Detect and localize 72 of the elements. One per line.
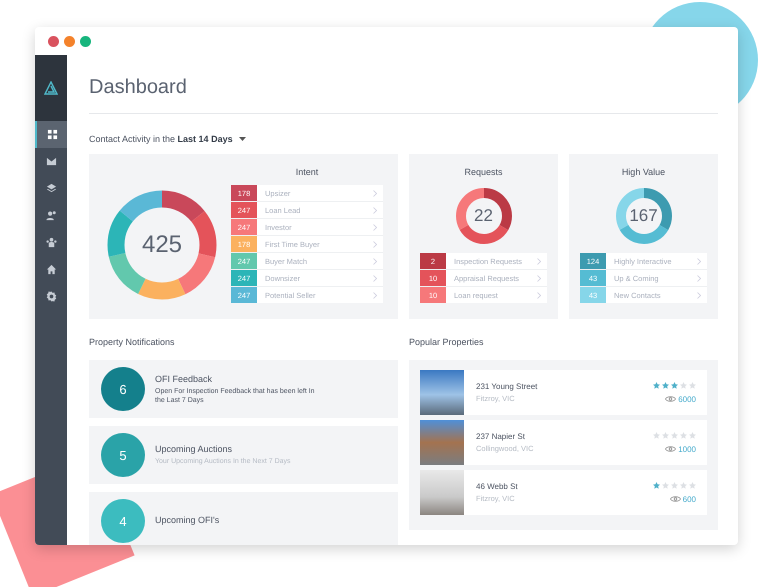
window-control[interactable] <box>48 36 59 46</box>
grid-icon <box>46 129 58 140</box>
property-name: 46 Webb St <box>476 482 519 491</box>
notification-card[interactable]: 4 Upcoming OFI's <box>89 492 398 545</box>
sidebar-item[interactable] <box>35 121 67 148</box>
chevron-icon <box>697 274 701 282</box>
eye-icon <box>665 395 676 403</box>
chevron-icon <box>373 206 377 214</box>
settings-icon <box>46 291 56 302</box>
star-icon <box>653 482 660 488</box>
star-icon <box>689 482 696 488</box>
star-icon <box>662 382 669 388</box>
star-icon <box>671 482 678 488</box>
chevron-icon <box>373 292 377 298</box>
count-circle: 4 <box>101 499 145 543</box>
window-control[interactable] <box>80 36 91 46</box>
chevron-icon <box>697 258 701 264</box>
logo-icon <box>44 81 58 95</box>
chevron-icon <box>697 292 701 298</box>
notification-title: Upcoming OFI's <box>155 514 220 524</box>
chevron-icon <box>373 240 377 248</box>
chevron-icon <box>373 258 377 264</box>
home-icon <box>46 264 56 275</box>
notification-title: Upcoming Auctions <box>155 444 234 454</box>
count-circle: 5 <box>101 433 145 477</box>
chevron-icon <box>373 190 377 196</box>
eye-icon <box>670 495 681 503</box>
donut-drawing <box>454 187 512 245</box>
count-circle: 6 <box>101 367 145 411</box>
photo-placeholder <box>420 470 464 515</box>
layers-icon <box>46 183 56 194</box>
chevron-icon <box>537 292 541 298</box>
star-icon <box>689 432 696 438</box>
users-icon <box>46 210 56 221</box>
total-count: 22 <box>474 206 493 226</box>
star-icon <box>680 432 687 438</box>
page-title: Dashboard <box>89 75 188 99</box>
view-count: 6000 <box>678 394 696 404</box>
window-control[interactable] <box>64 36 75 46</box>
view-count: 600 <box>682 494 696 504</box>
star-icon <box>653 432 660 438</box>
star-icon <box>653 382 660 388</box>
group-icon <box>46 237 56 248</box>
section-title: Popular Properties <box>409 337 485 347</box>
eye-icon <box>665 445 676 453</box>
activity-filter-label: Contact Activity in the Last 14 Days <box>89 134 233 144</box>
section-title: Property Notifications <box>89 337 176 347</box>
panel-title: Intent <box>294 167 320 178</box>
caret-icon[interactable] <box>238 137 246 141</box>
photo-placeholder <box>420 420 464 465</box>
star-icon <box>680 482 687 488</box>
photo-placeholder <box>420 370 464 415</box>
total-count: 425 <box>142 231 182 259</box>
mail-icon <box>46 156 56 167</box>
star-icon <box>689 382 696 388</box>
donut-drawing <box>614 187 672 245</box>
view-count: 1000 <box>678 444 696 454</box>
chevron-icon <box>537 274 541 282</box>
total-count: 167 <box>629 206 658 226</box>
notification-title: OFI Feedback <box>155 374 214 384</box>
star-icon <box>662 432 669 438</box>
property-name: 237 Napier St <box>476 432 526 441</box>
chevron-icon <box>373 224 377 230</box>
star-icon <box>680 382 687 388</box>
panel-title: Requests <box>463 167 504 178</box>
property-name: 231 Young Street <box>476 382 538 391</box>
star-icon <box>671 432 678 438</box>
chevron-icon <box>537 258 541 264</box>
star-icon <box>662 482 669 488</box>
star-icon <box>671 382 678 388</box>
chevron-icon <box>373 274 377 282</box>
panel-title: High Value <box>620 167 666 178</box>
